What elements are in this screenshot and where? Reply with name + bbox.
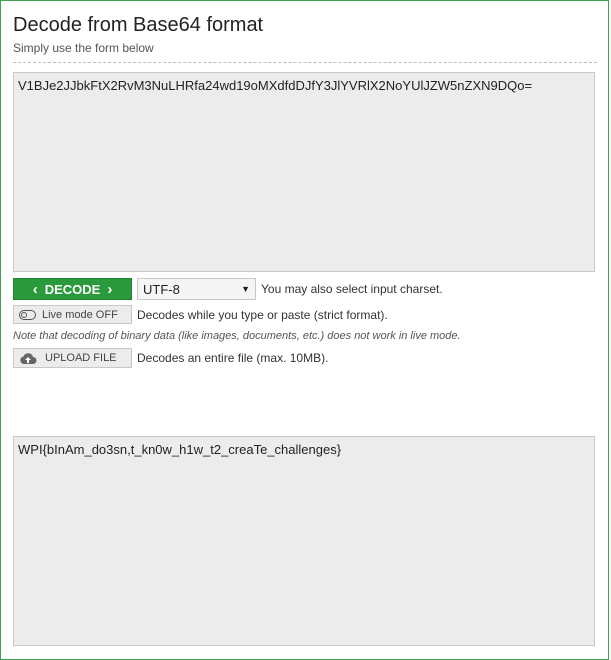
chevron-left-icon: ‹ (32, 280, 38, 298)
page-subtitle: Simply use the form below (13, 41, 154, 55)
decode-button-label: DECODE (44, 281, 101, 297)
charset-select[interactable]: UTF-8 ▼ (137, 278, 256, 300)
upload-file-label: UPLOAD FILE (45, 352, 117, 364)
cloud-upload-icon (20, 352, 37, 364)
binary-data-note: Note that decoding of binary data (like … (13, 330, 461, 342)
live-mode-label: Live mode OFF (42, 308, 118, 321)
decode-button[interactable]: ‹ DECODE › (13, 278, 132, 300)
divider (13, 62, 597, 63)
decoded-output-textarea[interactable]: WPI{bInAm_do3sn,t_kn0w_h1w_t2_creaTe_cha… (13, 436, 595, 646)
chevron-right-icon: › (107, 280, 113, 298)
live-mode-toggle[interactable]: Live mode OFF (13, 305, 132, 324)
charset-hint: You may also select input charset. (261, 282, 443, 296)
live-mode-hint: Decodes while you type or paste (strict … (137, 308, 388, 322)
charset-selected-value: UTF-8 (143, 281, 180, 297)
upload-hint: Decodes an entire file (max. 10MB). (137, 351, 329, 365)
toggle-off-icon (19, 309, 36, 320)
upload-file-button[interactable]: UPLOAD FILE (13, 348, 132, 368)
base64-input-textarea[interactable]: V1BJe2JJbkFtX2RvM3NuLHRfa24wd19oMXdfdDJf… (13, 72, 595, 272)
page-title: Decode from Base64 format (13, 14, 264, 36)
caret-down-icon: ▼ (241, 284, 250, 294)
